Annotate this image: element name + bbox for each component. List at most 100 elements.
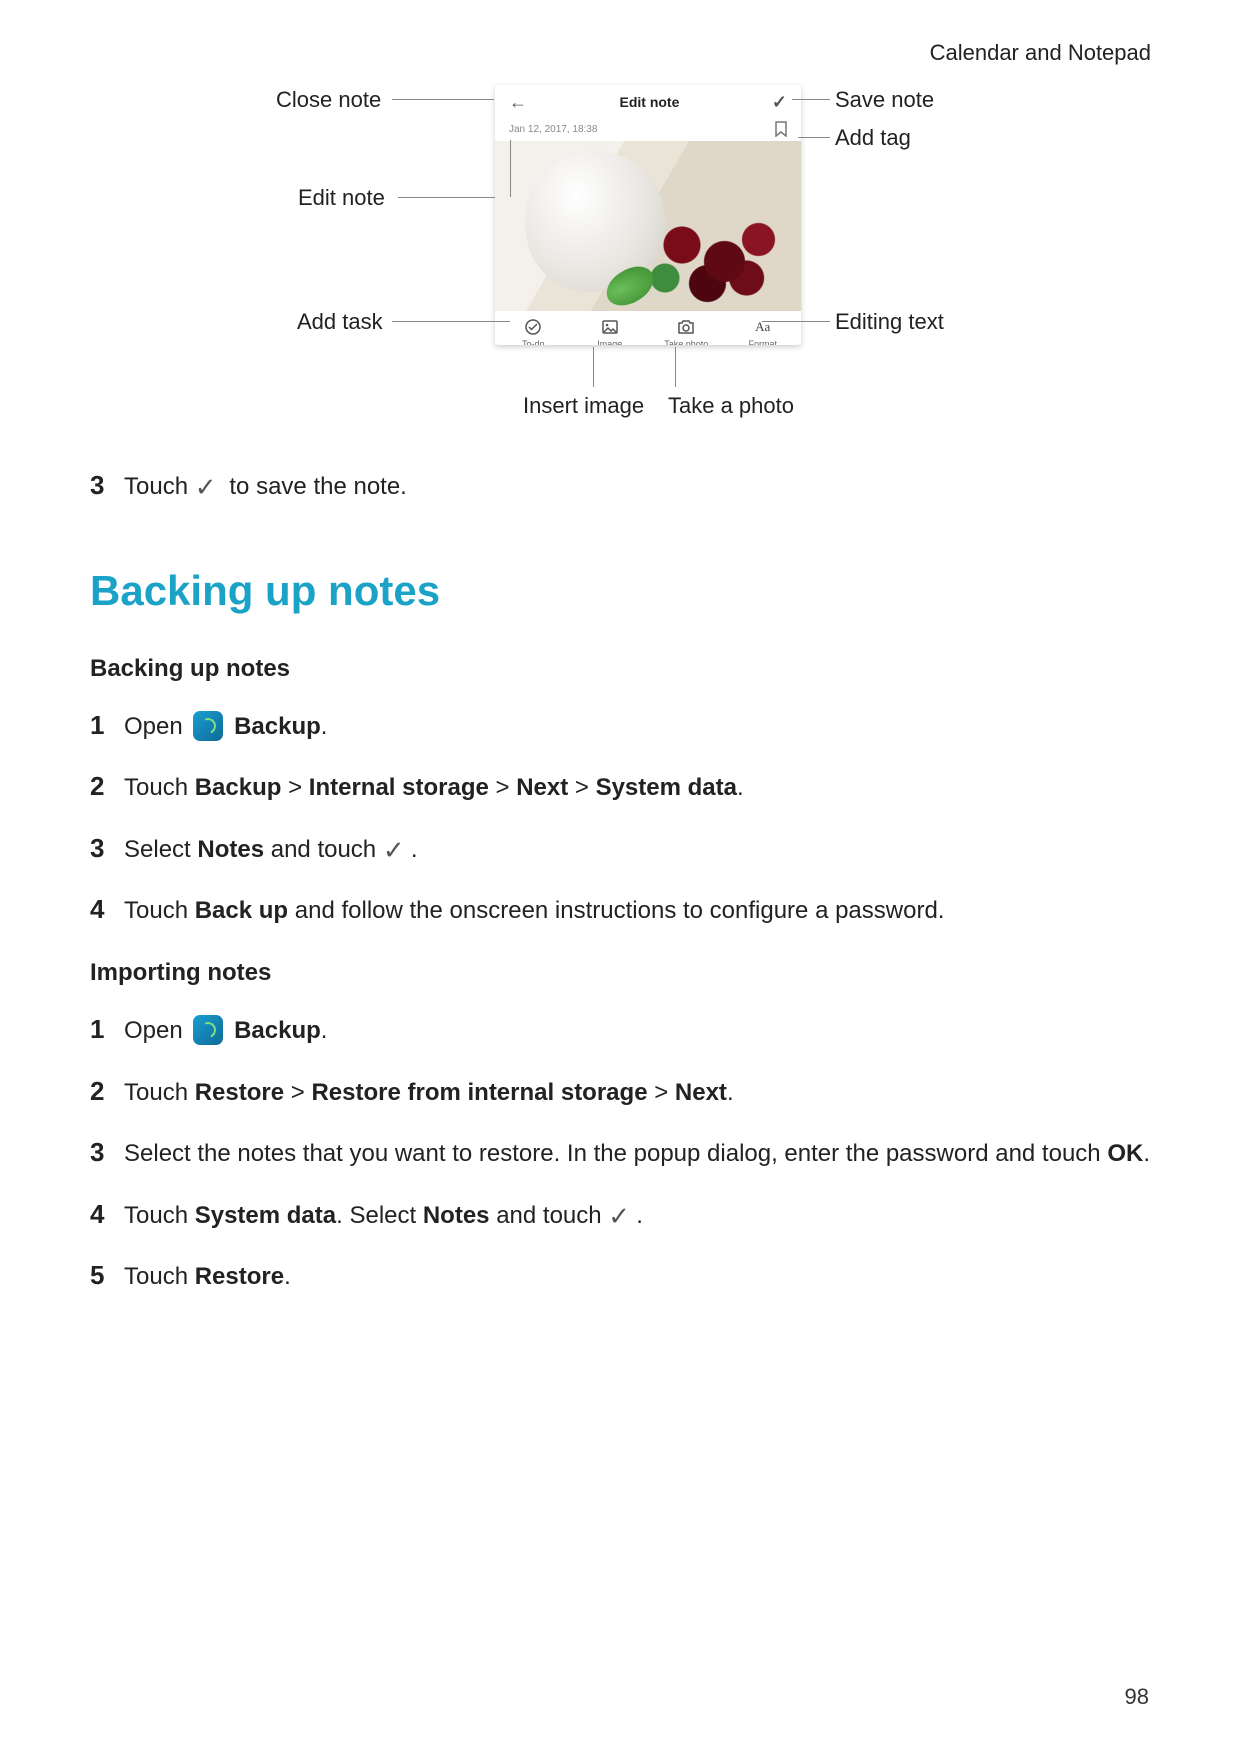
ui-path: Restore (195, 1263, 284, 1290)
note-timestamp: Jan 12, 2017, 18:38 (509, 124, 597, 135)
list-item: 2 Touch Restore > Restore from internal … (90, 1071, 1151, 1113)
check-icon (195, 477, 223, 497)
back-icon[interactable] (509, 92, 527, 113)
list-item: 3 Select the notes that you want to rest… (90, 1132, 1151, 1174)
ui-path: Notes (197, 836, 264, 863)
camera-icon (656, 317, 716, 337)
list-item: 1 Open Backup. (90, 1009, 1151, 1051)
step-text-post: to save the note. (229, 473, 406, 500)
step-text: Touch (124, 1202, 195, 1229)
image-button[interactable]: Image (580, 317, 640, 345)
step-text: . (411, 836, 418, 863)
step-number: 4 (90, 1194, 124, 1236)
take-photo-label: Take photo (656, 339, 716, 345)
step-number: 3 (90, 828, 124, 870)
separator: > (284, 1079, 311, 1106)
step-text: Select the notes that you want to restor… (124, 1140, 1107, 1167)
ui-path: Back up (195, 897, 288, 924)
step-number: 3 (90, 465, 124, 507)
step-number: 2 (90, 1071, 124, 1113)
step-text: . (737, 774, 744, 801)
bookmark-icon[interactable] (775, 121, 787, 137)
callout-take-photo: Take a photo (668, 393, 794, 419)
ui-path: System data (596, 774, 737, 801)
step-text: . (636, 1202, 643, 1229)
ui-path: Next (516, 774, 568, 801)
list-item: 3 Select Notes and touch . (90, 828, 1151, 870)
callout-edit-note: Edit note (298, 185, 385, 211)
step-text: and follow the onscreen instructions to … (288, 897, 944, 924)
check-icon (608, 1206, 636, 1226)
step-number: 1 (90, 705, 124, 747)
ui-path: Internal storage (309, 774, 489, 801)
step-number: 3 (90, 1132, 124, 1174)
step-text: Select (124, 836, 197, 863)
note-editor-diagram: Edit note Jan 12, 2017, 18:38 To-do (90, 85, 1151, 455)
step-number: 1 (90, 1009, 124, 1051)
ui-path: OK (1107, 1140, 1143, 1167)
format-icon: Aa (733, 317, 793, 337)
app-name: Backup (234, 1017, 321, 1044)
backup-app-icon (193, 1015, 223, 1045)
step-text: Open (124, 713, 189, 740)
step-text: . (727, 1079, 734, 1106)
list-item: 4 Touch Back up and follow the onscreen … (90, 889, 1151, 931)
subheading-import: Importing notes (90, 959, 1151, 987)
separator: > (281, 774, 308, 801)
step-text: . (284, 1263, 291, 1290)
step-text: . (321, 1017, 328, 1044)
ui-path: System data (195, 1202, 336, 1229)
page-title: Backing up notes (90, 567, 1151, 615)
step-text: . Select (336, 1202, 423, 1229)
save-note-step: 3 Touch to save the note. (90, 465, 1151, 507)
format-label: Format (733, 339, 793, 345)
callout-save-note: Save note (835, 87, 934, 113)
phone-mock: Edit note Jan 12, 2017, 18:38 To-do (495, 85, 801, 345)
step-text: . (321, 713, 328, 740)
callout-add-task: Add task (297, 309, 383, 335)
todo-button[interactable]: To-do (503, 317, 563, 345)
step-text: Touch (124, 1263, 195, 1290)
phone-title: Edit note (527, 94, 772, 110)
step-text: and touch (490, 1202, 609, 1229)
step-text: . (1143, 1140, 1150, 1167)
step-text: Touch (124, 897, 195, 924)
take-photo-button[interactable]: Take photo (656, 317, 716, 345)
step-text: Open (124, 1017, 189, 1044)
callout-insert-image: Insert image (523, 393, 644, 419)
note-image (495, 141, 801, 311)
save-icon[interactable] (772, 92, 787, 113)
todo-label: To-do (503, 339, 563, 345)
subheading-backup: Backing up notes (90, 655, 1151, 683)
step-number: 5 (90, 1255, 124, 1297)
check-icon (383, 840, 411, 860)
image-label: Image (580, 339, 640, 345)
list-item: 2 Touch Backup > Internal storage > Next… (90, 766, 1151, 808)
callout-add-tag: Add tag (835, 125, 911, 151)
ui-path: Backup (195, 774, 282, 801)
ui-path: Notes (423, 1202, 490, 1229)
separator: > (648, 1079, 675, 1106)
step-text: and touch (264, 836, 383, 863)
step-text: Touch (124, 1079, 195, 1106)
callout-close-note: Close note (276, 87, 381, 113)
separator: > (568, 774, 595, 801)
page-number: 98 (1125, 1684, 1149, 1710)
ui-path: Next (675, 1079, 727, 1106)
app-name: Backup (234, 713, 321, 740)
backup-app-icon (193, 711, 223, 741)
ui-path: Restore from internal storage (311, 1079, 647, 1106)
ui-path: Restore (195, 1079, 284, 1106)
step-number: 2 (90, 766, 124, 808)
list-item: 5 Touch Restore. (90, 1255, 1151, 1297)
section-header: Calendar and Notepad (930, 40, 1151, 66)
todo-icon (503, 317, 563, 337)
list-item: 1 Open Backup. (90, 705, 1151, 747)
image-icon (580, 317, 640, 337)
callout-editing-text: Editing text (835, 309, 944, 335)
step-text: Touch (124, 774, 195, 801)
step-text-pre: Touch (124, 473, 195, 500)
separator: > (489, 774, 516, 801)
list-item: 4 Touch System data. Select Notes and to… (90, 1194, 1151, 1236)
step-number: 4 (90, 889, 124, 931)
